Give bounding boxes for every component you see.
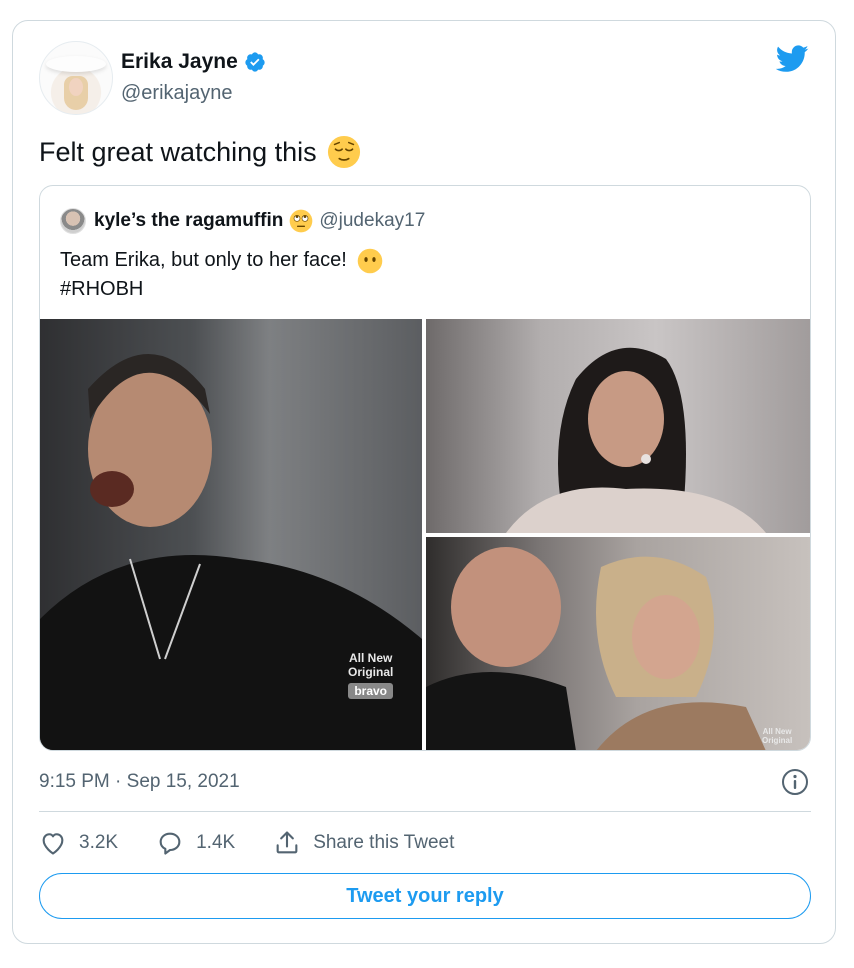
tweet-card: Erika Jayne @erikajayne Felt great watch… [12,20,836,944]
watermark-3: All New Original [762,727,792,745]
media-image-1[interactable]: All New Original bravo [40,319,422,750]
reply-count: 1.4K [196,832,236,853]
face-without-mouth-emoji-icon [357,248,383,273]
heart-icon [42,833,64,855]
watermark-1: All New Original bravo [348,651,394,699]
watermark-3-line1: All New [762,727,792,736]
verified-badge-icon [244,51,266,73]
face-with-rolling-eyes-emoji-icon [290,209,313,233]
tweet-body: Felt great watching this [39,136,317,167]
share-label: Share this Tweet [313,832,455,853]
tweet-your-reply-button[interactable]: Tweet your reply [39,873,811,919]
quoted-header: kyle’s the ragamuffin @judekay17 [60,208,425,234]
hashtag-link[interactable]: #RHOBH [60,275,143,304]
quoted-text: Team Erika, but only to her face! #RHOBH [60,246,383,304]
quoted-display-name[interactable]: kyle’s the ragamuffin [94,210,283,232]
watermark-1-line2: Original [348,665,394,679]
watermark-3-line2: Original [762,736,793,745]
quoted-media-grid: All New Original bravo All New Original [40,319,810,750]
divider [39,811,811,812]
author-avatar[interactable] [39,41,113,115]
quoted-avatar[interactable] [60,208,86,234]
author-display-name[interactable]: Erika Jayne [121,50,238,74]
tweet-actions: 3.2K 1.4K Share this Tweet [39,829,492,857]
like-count: 3.2K [79,832,119,853]
share-icon [276,831,298,854]
reply-bubble-icon [159,832,181,855]
like-action[interactable]: 3.2K [39,829,118,857]
reply-action[interactable]: 1.4K [156,829,235,857]
author-name-row: Erika Jayne [121,50,266,74]
share-action[interactable]: Share this Tweet [273,829,454,857]
quoted-text-line1: Team Erika, but only to her face! [60,249,347,271]
media-image-2-art [506,347,766,533]
tweet-text: Felt great watching this [39,135,361,169]
quoted-tweet[interactable]: kyle’s the ragamuffin @judekay17 Team Er… [39,185,811,751]
quoted-handle[interactable]: @judekay17 [319,210,425,232]
media-image-3-art [426,547,766,750]
bravo-logo: bravo [348,683,394,699]
media-image-3[interactable]: All New Original [426,537,810,750]
media-image-2[interactable] [426,319,810,533]
info-icon[interactable] [781,768,809,796]
relieved-face-emoji-icon [327,135,360,169]
tweet-timestamp[interactable]: 9:15 PM · Sep 15, 2021 [39,771,240,793]
author-handle[interactable]: @erikajayne [121,82,232,105]
watermark-1-line1: All New [349,651,393,665]
twitter-bird-icon[interactable] [776,45,809,73]
